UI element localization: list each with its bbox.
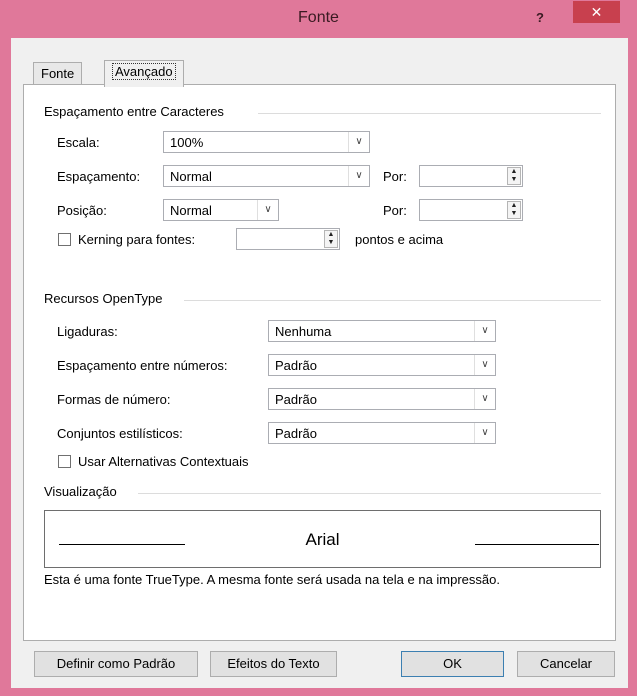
chevron-down-icon[interactable]: ∨: [474, 389, 495, 409]
number-spacing-combo[interactable]: Padrão ∨: [268, 354, 496, 376]
preview-group-label: Visualização: [44, 484, 117, 499]
kerning-label: Kerning para fontes:: [78, 232, 196, 247]
close-button[interactable]: ✕: [573, 1, 620, 23]
ligatures-combo[interactable]: Nenhuma ∨: [268, 320, 496, 342]
number-spacing-label: Espaçamento entre números:: [57, 358, 228, 373]
ligatures-value: Nenhuma: [275, 324, 332, 339]
stylistic-sets-value: Padrão: [275, 426, 317, 441]
spin-up-down-icon[interactable]: ▲ ▼: [507, 167, 521, 185]
kerning-checkbox[interactable]: [58, 233, 71, 246]
chevron-down-icon[interactable]: ∨: [257, 200, 278, 220]
help-button[interactable]: ?: [530, 10, 550, 30]
contextual-alternates-label: Usar Alternativas Contextuais: [78, 454, 249, 469]
tab-fonte-label: Fonte: [41, 66, 75, 81]
title-bar[interactable]: Fonte ? ✕: [0, 0, 637, 38]
spin-up-down-icon[interactable]: ▲ ▼: [507, 201, 521, 219]
position-by-spinner[interactable]: ▲ ▼: [419, 199, 523, 221]
number-forms-value: Padrão: [275, 392, 317, 407]
group-divider: [184, 300, 601, 301]
number-forms-label: Formas de número:: [57, 392, 171, 407]
spacing-by-label: Por:: [383, 169, 407, 184]
char-spacing-group-label: Espaçamento entre Caracteres: [44, 104, 224, 119]
position-value: Normal: [170, 203, 212, 218]
chevron-down-icon[interactable]: ∨: [474, 321, 495, 341]
text-effects-button[interactable]: Efeitos do Texto: [210, 651, 337, 677]
ok-button[interactable]: OK: [401, 651, 504, 677]
spacing-label: Espaçamento:: [57, 169, 141, 184]
scale-combo[interactable]: 100% ∨: [163, 131, 370, 153]
font-dialog-window: Fonte ? ✕ Fonte Avançado Espaçamento ent…: [0, 0, 637, 696]
tab-avancado-label: Avançado: [112, 63, 176, 80]
preview-line-right: [475, 544, 599, 545]
number-forms-combo[interactable]: Padrão ∨: [268, 388, 496, 410]
kerning-suffix: pontos e acima: [355, 232, 444, 247]
contextual-alternates-checkbox[interactable]: [58, 455, 71, 468]
chevron-down-icon[interactable]: ∨: [474, 423, 495, 443]
chevron-down-icon[interactable]: ∨: [474, 355, 495, 375]
chevron-down-icon[interactable]: ∨: [348, 132, 369, 152]
spacing-value: Normal: [170, 169, 212, 184]
set-default-button[interactable]: Definir como Padrão: [34, 651, 198, 677]
scale-label: Escala:: [57, 135, 100, 150]
position-label: Posição:: [57, 203, 107, 218]
spin-up-down-icon[interactable]: ▲ ▼: [324, 230, 338, 248]
ligatures-label: Ligaduras:: [57, 324, 118, 339]
close-icon: ✕: [590, 4, 603, 20]
kerning-spinner[interactable]: ▲ ▼: [236, 228, 340, 250]
spacing-combo[interactable]: Normal ∨: [163, 165, 370, 187]
preview-sample-text: Arial: [305, 530, 340, 549]
group-divider: [138, 493, 601, 494]
font-preview-box: Arial: [44, 510, 601, 568]
tab-avancado[interactable]: Avançado: [104, 60, 184, 87]
position-combo[interactable]: Normal ∨: [163, 199, 279, 221]
preview-description: Esta é uma fonte TrueType. A mesma fonte…: [44, 572, 500, 587]
stylistic-sets-combo[interactable]: Padrão ∨: [268, 422, 496, 444]
opentype-group-label: Recursos OpenType: [44, 291, 163, 306]
stylistic-sets-label: Conjuntos estilísticos:: [57, 426, 183, 441]
spacing-by-spinner[interactable]: ▲ ▼: [419, 165, 523, 187]
number-spacing-value: Padrão: [275, 358, 317, 373]
position-by-label: Por:: [383, 203, 407, 218]
cancel-button[interactable]: Cancelar: [517, 651, 615, 677]
chevron-down-icon[interactable]: ∨: [348, 166, 369, 186]
scale-value: 100%: [170, 135, 204, 150]
group-divider: [258, 113, 601, 114]
